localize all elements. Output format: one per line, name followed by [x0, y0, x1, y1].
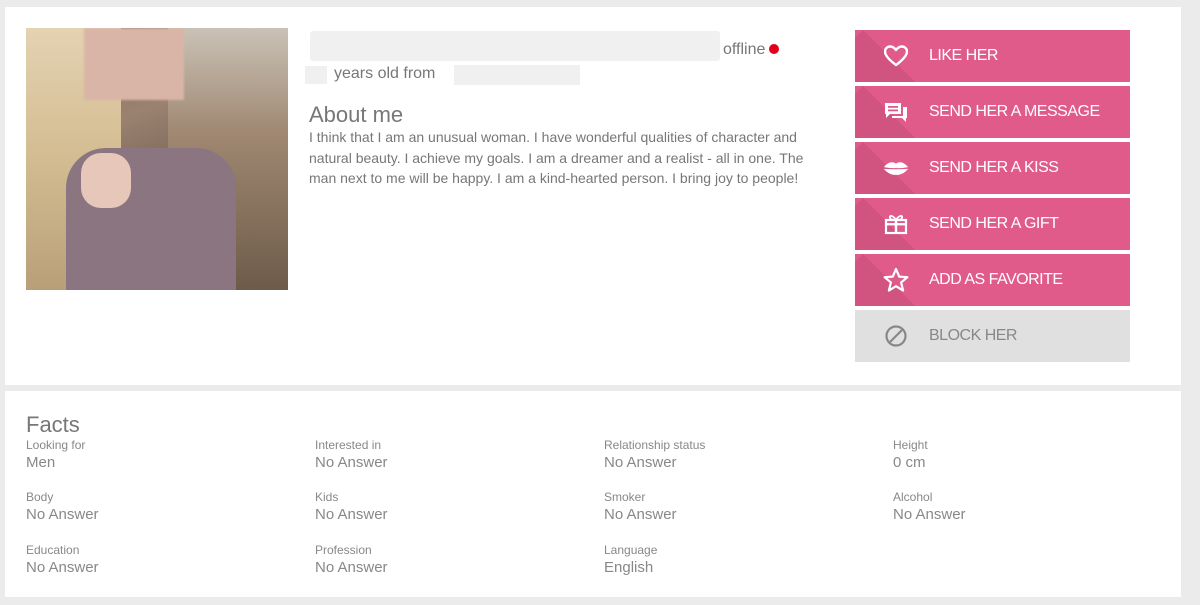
fact-label: Language: [604, 543, 658, 557]
facts-title: Facts: [26, 412, 80, 437]
photo-hand: [81, 153, 131, 208]
add-favorite-button[interactable]: ADD AS FAVORITE: [855, 254, 1130, 306]
fact-profession: Profession No Answer: [315, 543, 388, 576]
fact-height: Height 0 cm: [893, 438, 928, 471]
fact-value: No Answer: [315, 454, 388, 471]
fact-label: Education: [26, 543, 80, 557]
fact-value: No Answer: [315, 506, 388, 523]
send-message-button[interactable]: SEND HER A MESSAGE: [855, 86, 1130, 138]
fact-looking-for: Looking for Men: [26, 438, 85, 471]
fact-label: Body: [26, 490, 54, 504]
fact-label: Profession: [315, 543, 372, 557]
lips-icon: [883, 155, 909, 181]
about-title: About me: [309, 102, 404, 127]
block-button[interactable]: BLOCK HER: [855, 310, 1130, 362]
like-label: LIKE HER: [929, 47, 998, 64]
fact-education: Education No Answer: [26, 543, 99, 576]
fact-body: Body No Answer: [26, 490, 99, 523]
fact-label: Alcohol: [893, 490, 933, 504]
fact-interested-in: Interested in No Answer: [315, 438, 388, 471]
status-text: offline: [723, 41, 766, 58]
fact-value: No Answer: [26, 506, 99, 523]
blurred-name: [310, 31, 720, 61]
fact-relationship-status: Relationship status No Answer: [604, 438, 705, 471]
fact-smoker: Smoker No Answer: [604, 490, 677, 523]
fact-value: No Answer: [315, 559, 388, 576]
send-kiss-button[interactable]: SEND HER A KISS: [855, 142, 1130, 194]
fact-label: Looking for: [26, 438, 86, 452]
fact-label: Height: [893, 438, 928, 452]
fact-value: 0 cm: [893, 454, 926, 471]
fact-language: Language English: [604, 543, 657, 576]
profile-card: offline years old from About me I think …: [5, 7, 1181, 385]
like-button[interactable]: LIKE HER: [855, 30, 1130, 82]
star-icon: [883, 267, 909, 293]
fact-alcohol: Alcohol No Answer: [893, 490, 966, 523]
send-gift-label: SEND HER A GIFT: [929, 215, 1059, 232]
fact-value: No Answer: [893, 506, 966, 523]
fact-label: Relationship status: [604, 438, 706, 452]
age-location-text: years old from: [334, 65, 436, 82]
send-kiss-label: SEND HER A KISS: [929, 159, 1059, 176]
online-status: offline: [723, 41, 780, 59]
fact-value: English: [604, 559, 654, 576]
facts-card: Facts Looking for Men Interested in No A…: [5, 391, 1181, 597]
blurred-location: [454, 65, 580, 85]
fact-kids: Kids No Answer: [315, 490, 388, 523]
fact-value: No Answer: [26, 559, 99, 576]
send-message-label: SEND HER A MESSAGE: [929, 103, 1100, 120]
status-dot: [769, 44, 780, 54]
fact-value: No Answer: [604, 506, 677, 523]
about-text: I think that I am an unusual woman. I ha…: [309, 129, 804, 186]
block-icon: [883, 323, 909, 349]
fact-label: Kids: [315, 490, 339, 504]
action-buttons: LIKE HER SEND HER A MESSAGE SEND HER A K…: [855, 30, 1130, 366]
fact-value: No Answer: [604, 454, 677, 471]
gift-icon: [883, 211, 909, 237]
message-icon: [883, 99, 909, 125]
add-favorite-label: ADD AS FAVORITE: [929, 271, 1063, 288]
block-label: BLOCK HER: [929, 327, 1017, 344]
blurred-age: [305, 66, 327, 84]
fact-label: Interested in: [315, 438, 382, 452]
send-gift-button[interactable]: SEND HER A GIFT: [855, 198, 1130, 250]
blurred-face: [84, 28, 184, 100]
profile-photo[interactable]: [26, 28, 288, 290]
fact-label: Smoker: [604, 490, 646, 504]
heart-icon: [883, 43, 909, 69]
fact-value: Men: [26, 454, 56, 471]
